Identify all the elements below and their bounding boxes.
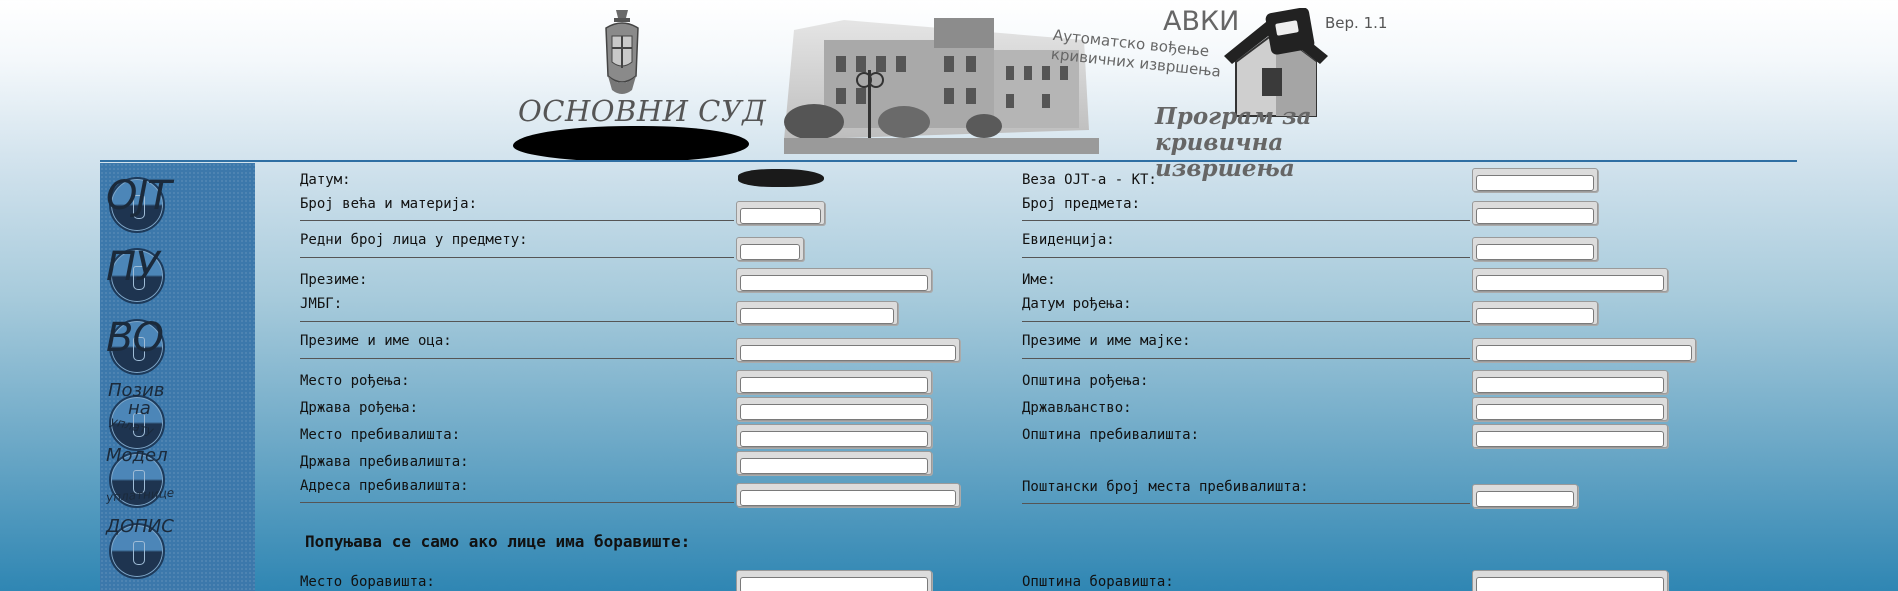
first-name-input[interactable] xyxy=(1472,268,1668,292)
chamber-input[interactable] xyxy=(736,201,825,225)
ordinal-label: Редни број лица у предмету: xyxy=(300,232,528,248)
sidebar-item-letter[interactable]: ДОПИС xyxy=(106,516,176,585)
date-label: Датум: xyxy=(300,172,351,188)
header-divider xyxy=(100,160,1797,162)
birth-municipality-label: Општина рођења: xyxy=(1022,373,1149,389)
residence-place-input[interactable] xyxy=(736,424,932,448)
ordinal-input[interactable] xyxy=(736,237,804,261)
sidebar-item-label: ПУ xyxy=(106,244,159,290)
dob-label: Датум рођења: xyxy=(1022,296,1132,312)
serbian-coat-of-arms-icon xyxy=(605,10,639,94)
row-divider xyxy=(1022,220,1470,221)
stay-place-input[interactable] xyxy=(736,570,932,591)
birth-municipality-input[interactable] xyxy=(1472,370,1668,394)
court-name: ОСНОВНИ СУД xyxy=(518,94,767,128)
sidebar-item-label: ОЈТ xyxy=(106,173,172,219)
postal-code-label: Поштански број места пребивалишта: xyxy=(1022,479,1309,495)
version-label: Вер. 1.1 xyxy=(1325,14,1388,32)
ojt-link-input[interactable] xyxy=(1472,168,1598,192)
row-divider xyxy=(300,321,734,322)
residence-country-input[interactable] xyxy=(736,451,932,475)
sidebar-item-label: Модел xyxy=(106,445,168,466)
father-name-input[interactable] xyxy=(736,338,960,362)
row-divider xyxy=(300,502,734,503)
sidebar: ОЈТ ПУ ВО Позив на уплату Модел уплатниц… xyxy=(100,163,255,591)
birthplace-label: Место рођења: xyxy=(300,373,410,389)
sidebar-item-label: ДОПИС xyxy=(106,516,174,537)
section-heading: Попуњава се само ако лице има боравиште: xyxy=(305,532,691,551)
page-header: ОСНОВНИ СУД Аутоматско вођење кривичних … xyxy=(0,0,1898,182)
row-divider xyxy=(1022,503,1470,504)
stay-municipality-input[interactable] xyxy=(1472,570,1668,591)
surname-label: Презиме: xyxy=(300,272,368,288)
row-divider xyxy=(300,358,734,359)
postal-code-input[interactable] xyxy=(1472,484,1578,508)
sidebar-item-label-2: на xyxy=(128,398,151,419)
court-logo: ОСНОВНИ СУД xyxy=(510,6,766,162)
first-name-label: Име: xyxy=(1022,272,1056,288)
birth-country-input[interactable] xyxy=(736,397,932,421)
citizenship-label: Држављанство: xyxy=(1022,400,1132,416)
row-divider xyxy=(300,257,734,258)
registry-label: Евиденција: xyxy=(1022,232,1115,248)
chamber-label: Број већа и материја: xyxy=(300,196,478,212)
citizenship-input[interactable] xyxy=(1472,397,1668,421)
case-number-label: Број предмета: xyxy=(1022,196,1141,212)
address-label: Адреса пребивалишта: xyxy=(300,478,469,494)
sidebar-item-payment-summons[interactable]: Позив на уплату xyxy=(106,380,176,451)
sidebar-item-vo[interactable]: ВО xyxy=(106,315,176,381)
court-building-image xyxy=(784,18,1099,154)
dob-input[interactable] xyxy=(1472,301,1598,325)
case-number-input[interactable] xyxy=(1472,201,1598,225)
residence-municipality-label: Општина пребивалишта: xyxy=(1022,427,1200,443)
program-title: Програм за кривична извршења xyxy=(1155,103,1312,182)
sidebar-item-ojt[interactable]: ОЈТ xyxy=(106,173,176,239)
jmbg-input[interactable] xyxy=(736,301,898,325)
row-divider xyxy=(1022,257,1470,258)
stay-place-label: Место боравишта: xyxy=(300,574,435,590)
sidebar-item-pu[interactable]: ПУ xyxy=(106,244,176,310)
surname-input[interactable] xyxy=(736,268,932,292)
row-divider xyxy=(300,220,734,221)
residence-municipality-input[interactable] xyxy=(1472,424,1668,448)
jmbg-label: ЈМБГ: xyxy=(300,296,343,312)
mother-name-input[interactable] xyxy=(1472,338,1696,362)
court-name-redaction xyxy=(513,126,749,162)
address-input[interactable] xyxy=(736,483,960,507)
date-value-redaction xyxy=(738,169,824,187)
residence-country-label: Држава пребивалишта: xyxy=(300,454,469,470)
sidebar-item-payment-slip-model[interactable]: Модел уплатнице xyxy=(106,445,176,514)
mother-name-label: Презиме и име мајке: xyxy=(1022,333,1191,349)
registry-input[interactable] xyxy=(1472,237,1598,261)
sidebar-item-label: ВО xyxy=(106,315,164,361)
stay-municipality-label: Општина боравишта: xyxy=(1022,574,1174,590)
birth-country-label: Држава рођења: xyxy=(300,400,419,416)
residence-place-label: Место пребивалишта: xyxy=(300,427,461,443)
birthplace-input[interactable] xyxy=(736,370,932,394)
ojt-link-label: Веза ОЈТ-а - КТ: xyxy=(1022,172,1157,188)
row-divider xyxy=(1022,321,1470,322)
row-divider xyxy=(1022,358,1470,359)
father-name-label: Презиме и име оца: xyxy=(300,333,452,349)
